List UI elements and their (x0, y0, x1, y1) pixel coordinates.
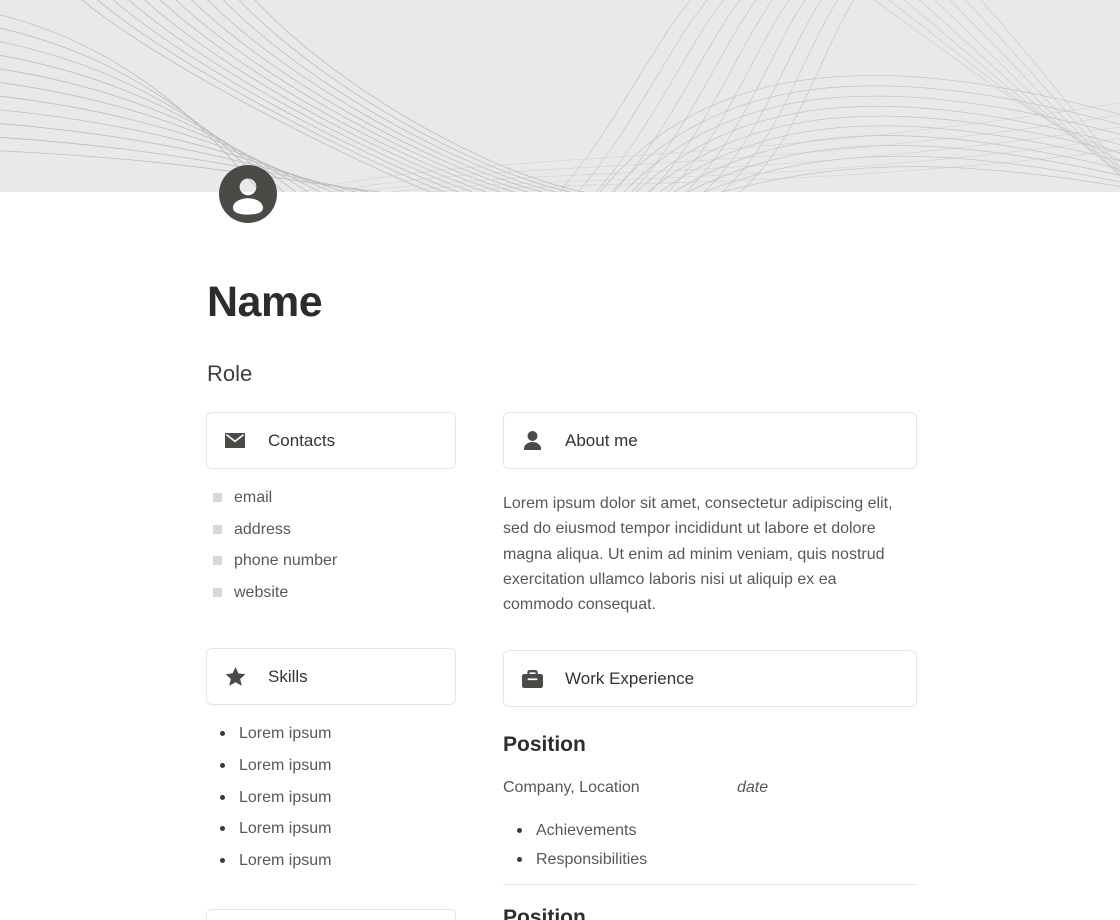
job-meta: Company, Location date (503, 779, 917, 799)
star-icon (224, 666, 246, 688)
role-subtitle: Role (207, 361, 253, 386)
section-title-skills: Skills (268, 667, 308, 687)
contact-value: phone number (234, 552, 338, 570)
list-item: address (206, 521, 456, 539)
bullet-dot-icon (220, 731, 225, 737)
section-title-contacts: Contacts (268, 431, 336, 450)
envelope-icon (224, 430, 246, 452)
job-date: date (737, 779, 769, 797)
bullet-dot-icon (517, 828, 522, 834)
skill-value: Lorem ipsum (239, 820, 332, 838)
skill-value: Lorem ipsum (239, 851, 332, 869)
section-header-tools: Tools (206, 909, 456, 920)
list-item: website (206, 584, 456, 602)
list-item: Lorem ipsum (206, 852, 456, 870)
bullet-square-icon (213, 556, 222, 566)
list-item: Achievements (503, 822, 917, 840)
briefcase-icon (521, 668, 543, 690)
job-entry: Position Company, Location date Achievem… (503, 733, 917, 885)
skill-value: Lorem ipsum (239, 788, 332, 806)
list-item: Lorem ipsum (206, 789, 456, 807)
avatar (219, 165, 277, 223)
page-title: Name (207, 278, 323, 326)
header-banner (0, 0, 1120, 192)
bullet-dot-icon (220, 794, 225, 800)
job-position: Position (503, 733, 586, 757)
resume-page: Name Role Contacts email address phone n… (0, 0, 1120, 920)
job-position: Position (503, 905, 586, 920)
contact-value: email (234, 489, 273, 506)
section-title-work-experience: Work Experience (565, 669, 695, 689)
wave-decoration (0, 0, 1120, 192)
contact-value: address (234, 520, 291, 538)
about-me-text: Lorem ipsum dolor sit amet, consectetur … (503, 495, 893, 614)
contacts-list: email address phone number website (206, 489, 456, 601)
list-item: Lorem ipsum (206, 757, 456, 775)
list-item: email (206, 489, 456, 507)
bullet-dot-icon (220, 826, 225, 832)
list-item: phone number (206, 552, 456, 570)
job-bullet: Responsibilities (536, 850, 648, 868)
job-company-location: Company, Location (503, 779, 640, 797)
skills-list: Lorem ipsum Lorem ipsum Lorem ipsum Lore… (206, 725, 456, 869)
section-title-about: About me (565, 431, 638, 450)
skill-value: Lorem ipsum (239, 756, 332, 774)
bullet-square-icon (213, 524, 222, 534)
job-entry: Position (503, 907, 917, 920)
bullet-square-icon (213, 587, 222, 597)
section-header-skills: Skills (206, 648, 456, 706)
list-item: Lorem ipsum (206, 820, 456, 838)
job-bullets-list: Achievements Responsibilities (503, 822, 917, 868)
job-divider (503, 883, 917, 885)
bullet-dot-icon (220, 857, 225, 863)
job-bullet: Achievements (536, 822, 637, 840)
contact-value: website (234, 583, 289, 601)
section-header-contacts: Contacts (206, 412, 456, 469)
bullet-dot-icon (220, 762, 225, 768)
right-column: About me Lorem ipsum dolor sit amet, con… (503, 412, 917, 920)
person-icon (521, 430, 543, 452)
section-header-about: About me (503, 412, 917, 469)
person-avatar-icon (219, 165, 277, 223)
bullet-square-icon (213, 493, 222, 502)
skill-value: Lorem ipsum (239, 725, 332, 743)
list-item: Lorem ipsum (206, 725, 456, 743)
left-column: Contacts email address phone number webs… (206, 412, 456, 920)
bullet-dot-icon (517, 856, 522, 862)
section-header-work-experience: Work Experience (503, 650, 917, 708)
list-item: Responsibilities (503, 851, 917, 869)
